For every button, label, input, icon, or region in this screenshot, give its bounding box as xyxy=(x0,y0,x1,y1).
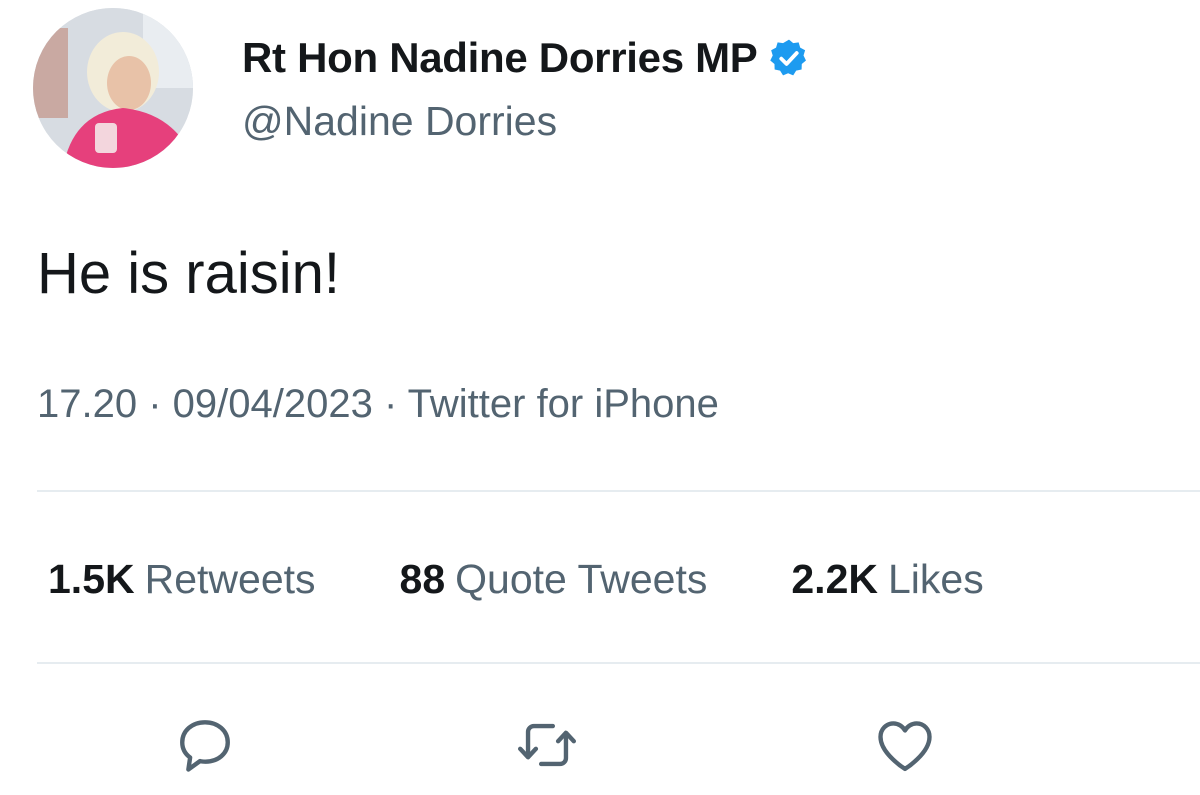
tweet-timestamp[interactable]: 17.20 · 09/04/2023 · Twitter for iPhone xyxy=(37,382,719,427)
reply-icon xyxy=(180,720,230,772)
divider xyxy=(37,662,1200,664)
retweets-stat[interactable]: 1.5K Retweets xyxy=(48,556,316,603)
likes-count: 2.2K xyxy=(791,556,878,602)
display-name-row: Rt Hon Nadine Dorries MP xyxy=(242,34,810,82)
likes-stat[interactable]: 2.2K Likes xyxy=(791,556,983,603)
quote-tweets-count: 88 xyxy=(399,556,446,602)
retweets-count: 1.5K xyxy=(48,556,135,602)
tweet-actions xyxy=(0,710,1200,780)
user-handle[interactable]: @Nadine Dorries xyxy=(242,98,557,145)
retweets-label: Retweets xyxy=(144,556,316,602)
likes-label: Likes xyxy=(887,556,984,602)
tweet-stats: 1.5K Retweets 88 Quote Tweets 2.2K Likes xyxy=(48,556,984,603)
like-button[interactable] xyxy=(870,710,940,780)
retweet-icon xyxy=(517,723,577,767)
retweet-button[interactable] xyxy=(512,710,582,780)
profile-avatar[interactable] xyxy=(33,8,193,168)
reply-button[interactable] xyxy=(170,710,240,780)
quote-tweets-stat[interactable]: 88 Quote Tweets xyxy=(400,556,708,603)
display-name[interactable]: Rt Hon Nadine Dorries MP xyxy=(242,34,758,82)
tweet-text: He is raisin! xyxy=(37,241,340,306)
avatar-photo xyxy=(33,8,193,168)
heart-icon xyxy=(878,721,932,772)
divider xyxy=(37,490,1200,492)
quote-tweets-label: Quote Tweets xyxy=(455,556,708,602)
verified-badge-icon xyxy=(769,39,806,76)
